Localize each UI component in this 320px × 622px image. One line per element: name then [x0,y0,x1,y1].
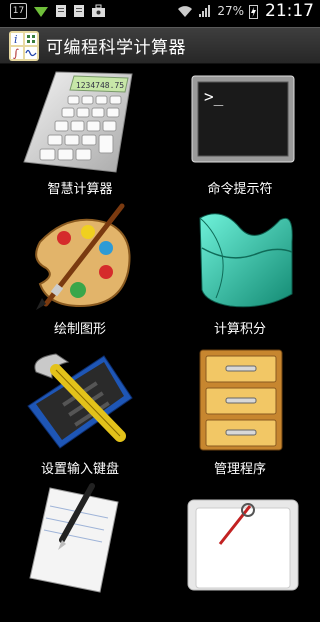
grid-item-integral[interactable]: 计算积分 [160,202,320,342]
grid-item-label: 计算积分 [213,322,266,337]
document-icon [56,5,66,17]
calculator-display-text: 1234748.75 [76,81,124,90]
calculator-icon: 1234748.75 [23,71,133,173]
keyboard-hammer-icon [27,353,133,449]
wifi-icon [178,6,193,17]
grid-item-settings[interactable] [160,482,320,622]
grid-item-label: 绘制图形 [53,322,106,337]
grid-item-label: 命令提示符 [207,182,273,197]
terminal-prompt-text: >_ [204,87,224,106]
briefcase-icon [92,4,105,17]
grid-item-manage-programs[interactable]: 管理程序 [160,342,320,482]
paint-palette-icon [35,203,131,310]
status-bar: 17 27% 21:17 [0,0,320,22]
charging-icon [249,4,258,19]
filing-cabinet-icon [199,349,283,451]
grid-item-keyboard[interactable]: 设置输入键盘 [0,342,160,482]
grid-item-label: 智慧计算器 [47,182,113,197]
surface-3d-icon [199,213,293,308]
clock: 21:17 [265,1,314,21]
grid-item-draw-graph[interactable]: 绘制图形 [0,202,160,342]
cell-signal-icon [199,5,211,17]
battery-percent: 27% [217,4,244,18]
grid-item-notepad[interactable] [0,482,160,622]
grid-item-label: 设置输入键盘 [40,462,119,477]
grid-item-label: 管理程序 [213,462,266,477]
settings-tool-icon [187,499,299,591]
notepad-pen-icon [29,483,119,593]
svg-text:∫: ∫ [13,47,19,60]
document-icon [74,5,84,17]
feature-grid: 1234748.75 智慧计算器 >_ 命令提示符 绘制图形 计算积分 设置输入… [0,62,320,593]
page-title: 可编程科学计算器 [46,38,186,58]
wifi-signal-icon [34,7,48,17]
terminal-icon: >_ [191,75,295,163]
svg-text:i: i [14,33,18,46]
app-logo-icon: i ∫ [9,30,39,61]
app-title-bar: i ∫ 可编程科学计算器 [0,27,320,64]
grid-item-terminal[interactable]: >_ 命令提示符 [160,62,320,202]
notification-count-badge: 17 [10,3,27,19]
grid-item-calculator[interactable]: 1234748.75 智慧计算器 [0,62,160,202]
